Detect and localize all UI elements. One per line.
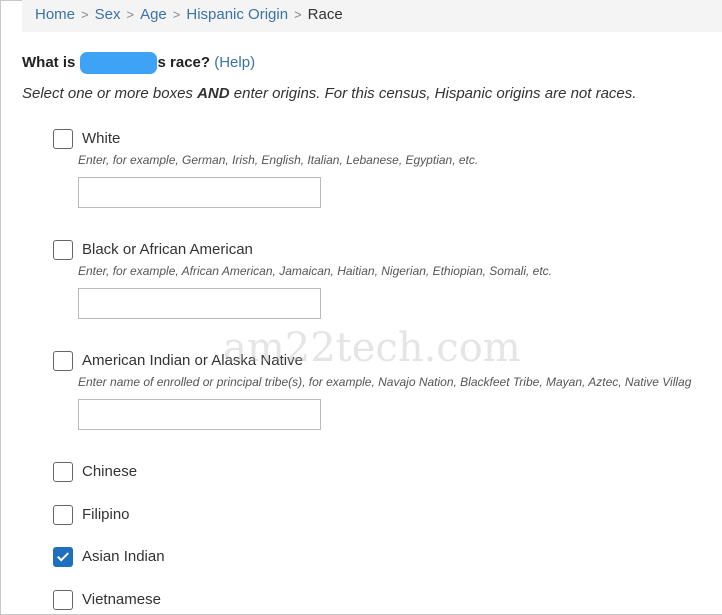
instructions-text: Select one or more boxes [22,85,198,102]
breadcrumb-separator: > [172,7,181,22]
black-label[interactable]: Black or African American [82,241,253,258]
white-hint: Enter, for example, German, Irish, Engli… [78,153,479,167]
american-indian-tribe-input[interactable] [78,399,321,430]
breadcrumb: Home > Sex > Age > Hispanic Origin > Race [22,0,722,32]
breadcrumb-current: Race [307,6,343,23]
white-origin-input[interactable] [78,177,321,208]
asian-indian-checkbox[interactable] [53,547,73,567]
question-suffix: s race? [157,54,211,71]
breadcrumb-separator: > [81,7,89,22]
breadcrumb-separator: > [294,7,302,22]
white-label[interactable]: White [82,130,120,147]
breadcrumb-separator: > [126,7,135,22]
american-indian-label[interactable]: American Indian or Alaska Native [82,352,303,369]
filipino-checkbox[interactable] [53,505,73,525]
american-indian-checkbox[interactable] [53,351,73,371]
breadcrumb-home[interactable]: Home [35,6,75,23]
chinese-label[interactable]: Chinese [82,463,137,480]
black-origin-input[interactable] [78,288,321,319]
asian-indian-label[interactable]: Asian Indian [82,548,165,565]
breadcrumb-hispanic-origin[interactable]: Hispanic Origin [186,6,288,23]
question-heading: What is s race? (Help) [22,52,255,74]
vietnamese-checkbox[interactable] [53,590,73,610]
redacted-name [79,52,157,74]
instructions: Select one or more boxes AND enter origi… [22,85,636,102]
question-prefix: What is [22,54,76,71]
american-indian-hint: Enter name of enrolled or principal trib… [78,375,692,389]
help-link[interactable]: (Help) [214,54,255,71]
vietnamese-label[interactable]: Vietnamese [82,591,161,608]
instructions-text: enter origins. For this census, Hispanic… [229,85,637,102]
filipino-label[interactable]: Filipino [82,506,130,523]
breadcrumb-sex[interactable]: Sex [95,6,121,23]
black-hint: Enter, for example, African American, Ja… [78,264,552,278]
instructions-bold: AND [197,85,230,102]
chinese-checkbox[interactable] [53,462,73,482]
breadcrumb-age[interactable]: Age [140,6,167,23]
black-checkbox[interactable] [53,240,73,260]
white-checkbox[interactable] [53,129,73,149]
